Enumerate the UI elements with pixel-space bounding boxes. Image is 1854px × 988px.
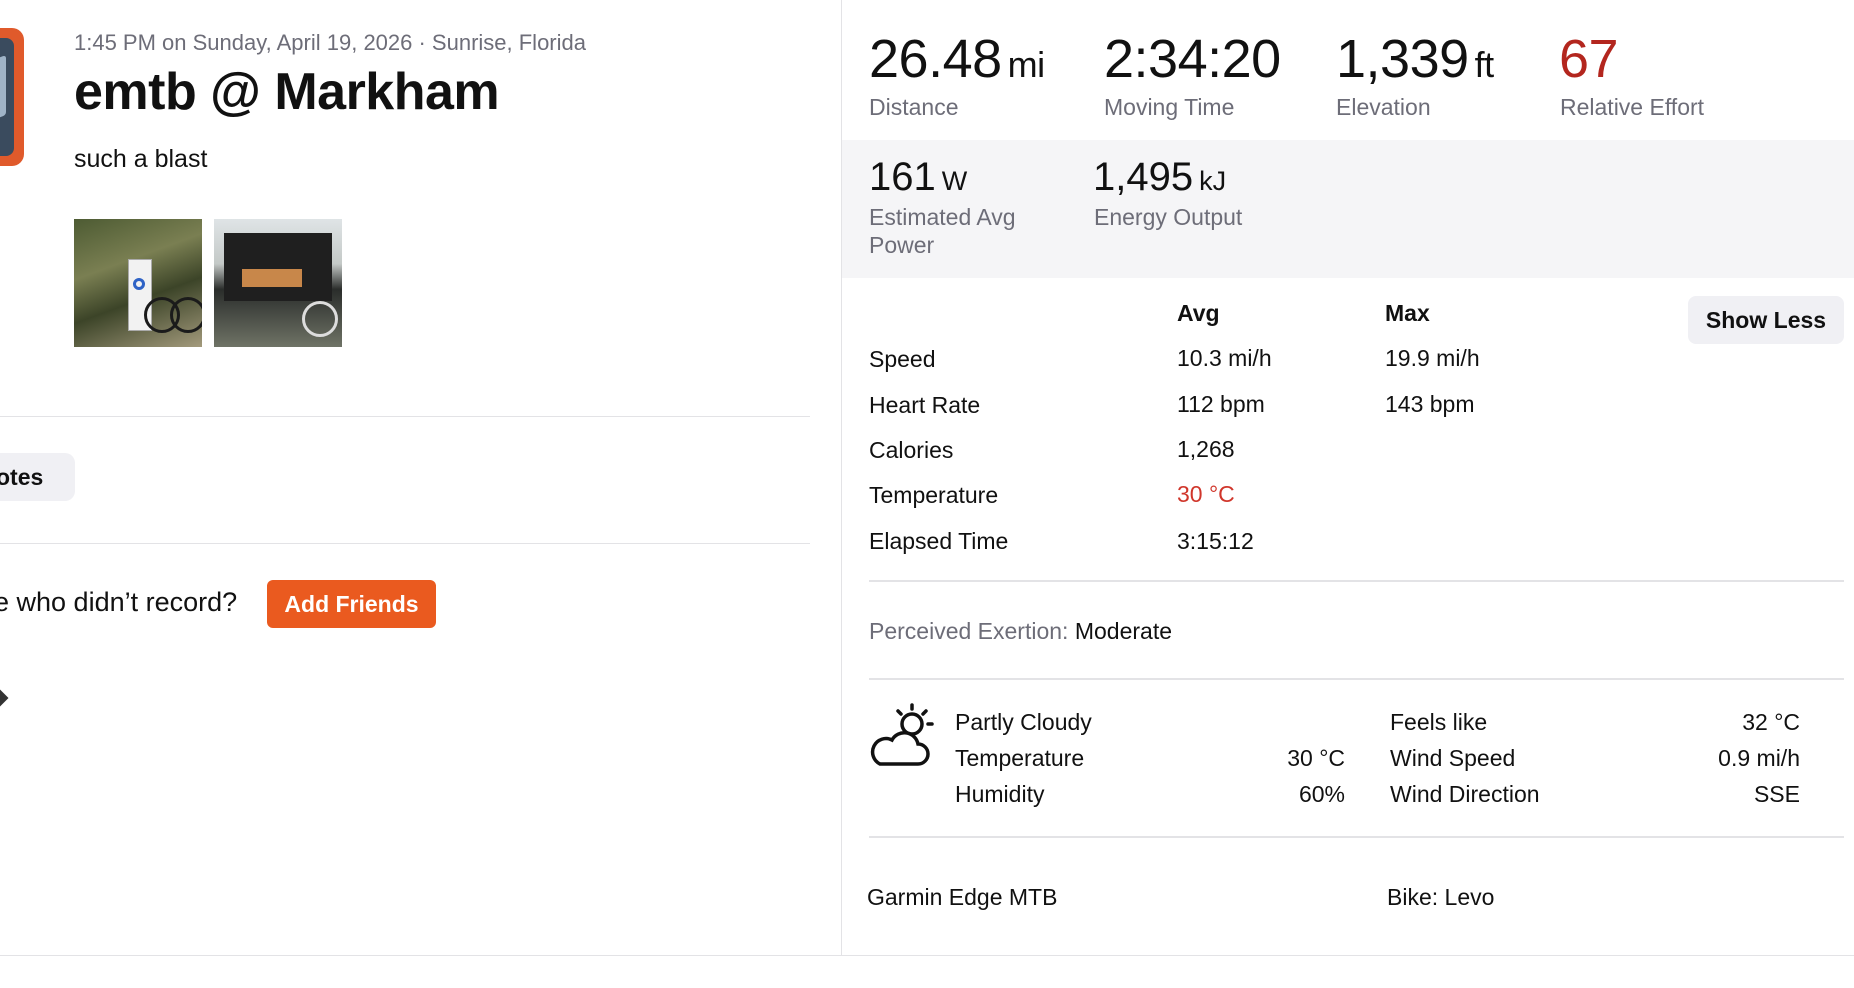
notes-tab[interactable]: otes xyxy=(0,453,76,501)
avg-power-value: 161 W xyxy=(869,155,968,199)
elevation-value: 1,339 ft xyxy=(1336,29,1494,89)
humidity-label: Humidity xyxy=(955,781,1045,807)
heart-rate-avg: 112 bpm xyxy=(1177,391,1265,417)
weather-condition: Partly Cloudy xyxy=(955,709,1092,735)
speed-label: Speed xyxy=(869,346,936,372)
speed-avg: 10.3 mi/h xyxy=(1177,345,1272,371)
energy-output-label: Energy Output xyxy=(1094,204,1243,230)
max-column-header: Max xyxy=(1385,300,1430,326)
page-divider xyxy=(0,955,1854,956)
elapsed-time-label: Elapsed Time xyxy=(869,528,1009,554)
calories-avg: 1,268 xyxy=(1177,436,1235,462)
activity-title: emtb @ Markham xyxy=(74,63,500,121)
bike-name[interactable]: Bike: Levo xyxy=(1387,884,1494,911)
moving-time-value: 2:34:20 xyxy=(1104,29,1281,89)
overflow-indicator-icon xyxy=(0,689,9,707)
activity-meta: 1:45 PM on Sunday, April 19, 2026 · Sunr… xyxy=(74,30,586,55)
heart-rate-max: 143 bpm xyxy=(1385,391,1475,417)
section-divider xyxy=(869,580,1844,582)
show-less-button[interactable]: Show Less xyxy=(1688,296,1844,344)
elevation-label: Elevation xyxy=(1336,94,1431,120)
wind-speed-label: Wind Speed xyxy=(1390,745,1516,771)
section-divider xyxy=(869,836,1844,838)
heart-rate-label: Heart Rate xyxy=(869,392,981,418)
relative-effort-label: Relative Effort xyxy=(1560,94,1705,120)
add-friends-button[interactable]: Add Friends xyxy=(267,580,436,628)
moving-time-label: Moving Time xyxy=(1104,94,1235,120)
wind-direction-label: Wind Direction xyxy=(1390,781,1540,807)
temperature-avg: 30 °C xyxy=(1177,481,1235,507)
section-divider xyxy=(0,543,810,544)
distance-label: Distance xyxy=(869,94,959,120)
distance-value: 26.48 mi xyxy=(869,29,1045,89)
feels-like-label: Feels like xyxy=(1390,709,1488,735)
humidity-value: 60% xyxy=(1298,781,1345,807)
avg-power-label: Estimated Avg Power xyxy=(869,204,1016,258)
activity-photo[interactable] xyxy=(214,219,342,347)
feels-like-value: 32 °C xyxy=(1742,709,1800,735)
activity-description: such a blast xyxy=(74,145,208,173)
section-divider xyxy=(0,416,810,417)
calories-label: Calories xyxy=(869,437,954,463)
speed-max: 19.9 mi/h xyxy=(1385,345,1480,371)
elapsed-time-avg: 3:15:12 xyxy=(1177,528,1254,554)
wind-direction-value: SSE xyxy=(1753,781,1800,807)
avg-column-header: Avg xyxy=(1177,300,1220,326)
weather-temperature-value: 30 °C xyxy=(1287,745,1345,771)
athlete-avatar[interactable] xyxy=(0,28,24,166)
perceived-exertion: Perceived Exertion: Moderate xyxy=(869,618,1172,644)
device-name: Garmin Edge MTB xyxy=(867,884,1058,910)
partly-cloudy-icon xyxy=(870,703,934,766)
record-question: e who didn’t record? xyxy=(0,587,238,617)
wind-speed-value: 0.9 mi/h xyxy=(1718,745,1800,771)
relative-effort-value[interactable]: 67 xyxy=(1559,28,1619,90)
energy-output-value: 1,495 kJ xyxy=(1093,155,1227,199)
weather-temperature-label: Temperature xyxy=(955,745,1085,771)
temperature-label: Temperature xyxy=(869,482,999,508)
section-divider xyxy=(869,678,1844,680)
activity-photo[interactable] xyxy=(74,219,202,347)
